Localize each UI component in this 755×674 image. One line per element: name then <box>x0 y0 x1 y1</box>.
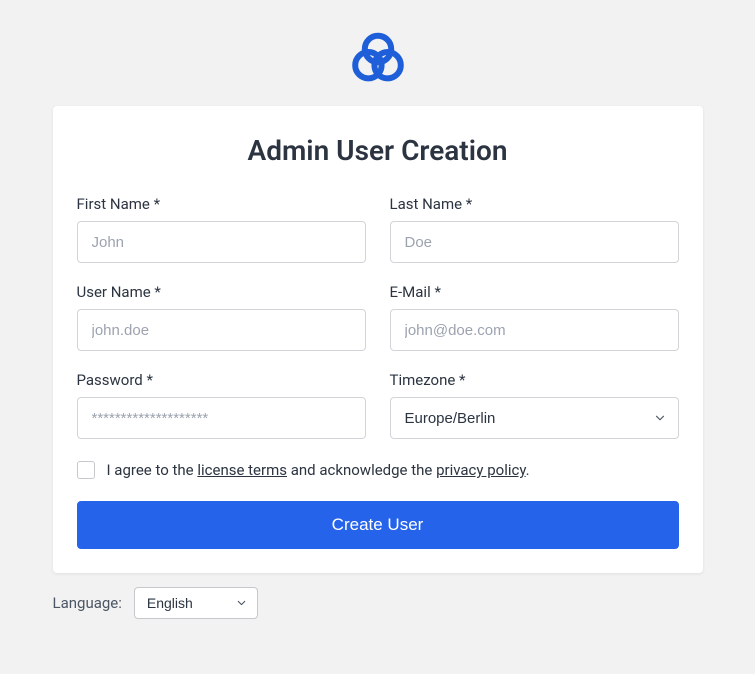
user-name-input[interactable] <box>77 309 366 351</box>
logo <box>0 28 755 88</box>
email-label: E-Mail * <box>390 283 679 301</box>
last-name-input[interactable] <box>390 221 679 263</box>
page-title: Admin User Creation <box>77 134 679 167</box>
language-row: Language: English <box>53 587 703 619</box>
last-name-label: Last Name * <box>390 195 679 213</box>
email-input[interactable] <box>390 309 679 351</box>
consent-checkbox[interactable] <box>77 461 95 479</box>
license-terms-link[interactable]: license terms <box>197 461 287 479</box>
create-user-button[interactable]: Create User <box>77 501 679 549</box>
timezone-select[interactable]: Europe/Berlin <box>390 397 679 439</box>
timezone-label: Timezone * <box>390 371 679 389</box>
password-field: Password * <box>77 371 366 439</box>
first-name-field: First Name * <box>77 195 366 263</box>
user-name-label: User Name * <box>77 283 366 301</box>
cloud-logo-icon <box>348 28 408 88</box>
consent-row: I agree to the license terms and acknowl… <box>77 461 679 479</box>
user-name-field: User Name * <box>77 283 366 351</box>
first-name-input[interactable] <box>77 221 366 263</box>
language-select[interactable]: English <box>134 587 258 619</box>
privacy-policy-link[interactable]: privacy policy <box>436 461 526 479</box>
email-field: E-Mail * <box>390 283 679 351</box>
consent-text: I agree to the license terms and acknowl… <box>107 461 530 479</box>
timezone-field: Timezone * Europe/Berlin <box>390 371 679 439</box>
first-name-label: First Name * <box>77 195 366 213</box>
language-label: Language: <box>53 594 122 612</box>
form-grid: First Name * Last Name * User Name * E-M… <box>77 195 679 439</box>
password-input[interactable] <box>77 397 366 439</box>
last-name-field: Last Name * <box>390 195 679 263</box>
form-card: Admin User Creation First Name * Last Na… <box>53 106 703 573</box>
password-label: Password * <box>77 371 366 389</box>
